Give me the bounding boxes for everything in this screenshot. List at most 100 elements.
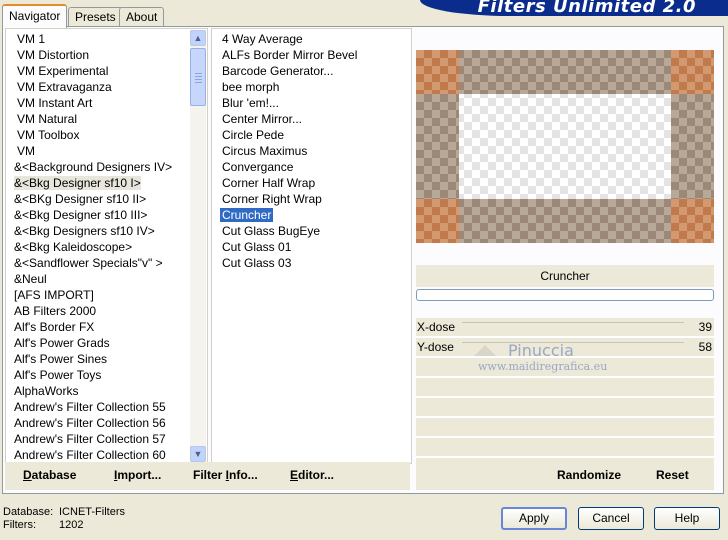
filter-item[interactable]: Cut Glass 03 [212, 255, 411, 271]
filter-label: Corner Half Wrap [222, 176, 316, 190]
filter-label: ALFs Border Mirror Bevel [222, 48, 358, 62]
category-item[interactable]: Andrew's Filter Collection 57 [6, 431, 207, 447]
left-button-bar: Database Import... Filter Info... Editor… [5, 462, 410, 490]
watermark-triangle [474, 345, 496, 356]
filter-label: Cruncher [220, 208, 274, 222]
app-title: Filters Unlimited 2.0 [477, 0, 696, 16]
filter-item[interactable]: bee morph [212, 79, 411, 95]
filter-item[interactable]: Convergance [212, 159, 411, 175]
category-label: VM Extravaganza [17, 80, 112, 94]
apply-button[interactable]: Apply [501, 507, 567, 530]
filter-item[interactable]: Cruncher [212, 207, 411, 223]
filter-label: Blur 'em!... [222, 96, 279, 110]
filter-item[interactable]: 4 Way Average [212, 31, 411, 47]
scroll-up-button[interactable]: ▲ [190, 30, 206, 46]
tab-navigator[interactable]: Navigator [2, 4, 68, 28]
import-button[interactable]: Import... [114, 468, 161, 482]
param-x-dose[interactable]: X-dose 39 [416, 318, 714, 338]
category-list[interactable]: VM 1 VM Distortion VM Experimental VM Extra… [5, 28, 208, 464]
category-label: AB Filters 2000 [14, 304, 97, 318]
filter-label: Circus Maximus [222, 144, 308, 158]
filter-label: Center Mirror... [222, 112, 303, 126]
category-label: Andrew's Filter Collection 55 [14, 400, 166, 414]
filter-item[interactable]: ALFs Border Mirror Bevel [212, 47, 411, 63]
category-label: Andrew's Filter Collection 57 [14, 432, 166, 446]
category-item[interactable]: &<Sandflower Specials"v" > [6, 255, 207, 271]
category-label: &<Sandflower Specials"v" > [14, 256, 163, 270]
editor-button[interactable]: Editor... [290, 468, 334, 482]
database-label: Database: [3, 506, 54, 518]
category-item[interactable]: &<Bkg Designer sf10 I> [6, 175, 207, 191]
database-status: Database: ICNET-Filters [3, 506, 125, 518]
category-item[interactable]: Alf's Power Sines [6, 351, 207, 367]
filter-label: Barcode Generator... [222, 64, 334, 78]
category-label: &<Bkg Designers sf10 IV> [14, 224, 155, 238]
category-item[interactable]: Andrew's Filter Collection 56 [6, 415, 207, 431]
database-button[interactable]: Database [23, 468, 76, 482]
category-label: VM Toolbox [17, 128, 80, 142]
category-label: &<Bkg Designer sf10 I> [14, 176, 141, 190]
category-label: &<BKg Designer sf10 II> [14, 192, 147, 206]
category-scrollbar[interactable]: ▲ ▼ [190, 30, 206, 462]
filter-item[interactable]: Circle Pede [212, 127, 411, 143]
category-label: &<Bkg Designer sf10 III> [14, 208, 148, 222]
category-item[interactable]: Andrew's Filter Collection 55 [6, 399, 207, 415]
filter-item[interactable]: Center Mirror... [212, 111, 411, 127]
filter-item[interactable]: Barcode Generator... [212, 63, 411, 79]
filter-item[interactable]: Blur 'em!... [212, 95, 411, 111]
category-label: VM Instant Art [17, 96, 93, 110]
reset-button[interactable]: Reset [656, 468, 689, 482]
category-item[interactable]: VM Extravaganza [6, 79, 207, 95]
category-item[interactable]: Andrew's Filter Collection 60 [6, 447, 207, 463]
category-label: Alf's Border FX [14, 320, 95, 334]
category-item[interactable]: VM Instant Art [6, 95, 207, 111]
category-item[interactable]: VM Natural [6, 111, 207, 127]
category-item[interactable]: VM [6, 143, 207, 159]
category-item[interactable]: Alf's Power Toys [6, 367, 207, 383]
category-item[interactable]: VM Distortion [6, 47, 207, 63]
progress-bar [416, 289, 714, 301]
filter-item[interactable]: Circus Maximus [212, 143, 411, 159]
filter-info-button[interactable]: Filter Info... [193, 468, 258, 482]
category-item[interactable]: &<Background Designers IV> [6, 159, 207, 175]
category-label: &Neul [14, 272, 47, 286]
category-item[interactable]: AB Filters 2000 [6, 303, 207, 319]
tab-about[interactable]: About [119, 7, 165, 26]
category-item[interactable]: VM Experimental [6, 63, 207, 79]
preview-image [416, 50, 714, 243]
category-item[interactable]: VM 1 [6, 31, 207, 47]
filters-value: 1202 [59, 519, 84, 531]
filter-label: Cut Glass 01 [222, 240, 292, 254]
filter-item[interactable]: Corner Right Wrap [212, 191, 411, 207]
category-label: VM 1 [17, 32, 46, 46]
slider-track[interactable] [462, 322, 684, 323]
category-item[interactable]: Alf's Power Grads [6, 335, 207, 351]
tab-presets[interactable]: Presets [68, 7, 123, 26]
category-item[interactable]: &<Bkg Kaleidoscope> [6, 239, 207, 255]
category-item[interactable]: [AFS IMPORT] [6, 287, 207, 303]
category-label: VM Experimental [17, 64, 109, 78]
right-button-bar: Randomize Reset [416, 462, 714, 490]
category-item[interactable]: Alf's Border FX [6, 319, 207, 335]
help-button[interactable]: Help [654, 507, 720, 530]
category-item[interactable]: &<Bkg Designers sf10 IV> [6, 223, 207, 239]
category-item[interactable]: VM Toolbox [6, 127, 207, 143]
filter-item[interactable]: Corner Half Wrap [212, 175, 411, 191]
filter-items: 4 Way Average ALFs Border Mirror Bevel Bar… [212, 31, 411, 271]
empty-param-slot [416, 398, 714, 418]
filter-item[interactable]: Cut Glass 01 [212, 239, 411, 255]
scroll-down-button[interactable]: ▼ [190, 446, 206, 462]
filter-label: Cut Glass 03 [222, 256, 292, 270]
randomize-button[interactable]: Randomize [557, 468, 621, 482]
cancel-button[interactable]: Cancel [578, 507, 644, 530]
category-item[interactable]: AlphaWorks [6, 383, 207, 399]
category-item[interactable]: &<BKg Designer sf10 II> [6, 191, 207, 207]
category-item[interactable]: &<Bkg Designer sf10 III> [6, 207, 207, 223]
category-item[interactable]: &Neul [6, 271, 207, 287]
filter-label: 4 Way Average [222, 32, 303, 46]
filter-list[interactable]: 4 Way Average ALFs Border Mirror Bevel Bar… [211, 28, 412, 464]
filter-item[interactable]: Cut Glass BugEye [212, 223, 411, 239]
category-label: &<Bkg Kaleidoscope> [14, 240, 133, 254]
scroll-thumb[interactable] [190, 48, 206, 106]
category-label: VM Natural [17, 112, 78, 126]
